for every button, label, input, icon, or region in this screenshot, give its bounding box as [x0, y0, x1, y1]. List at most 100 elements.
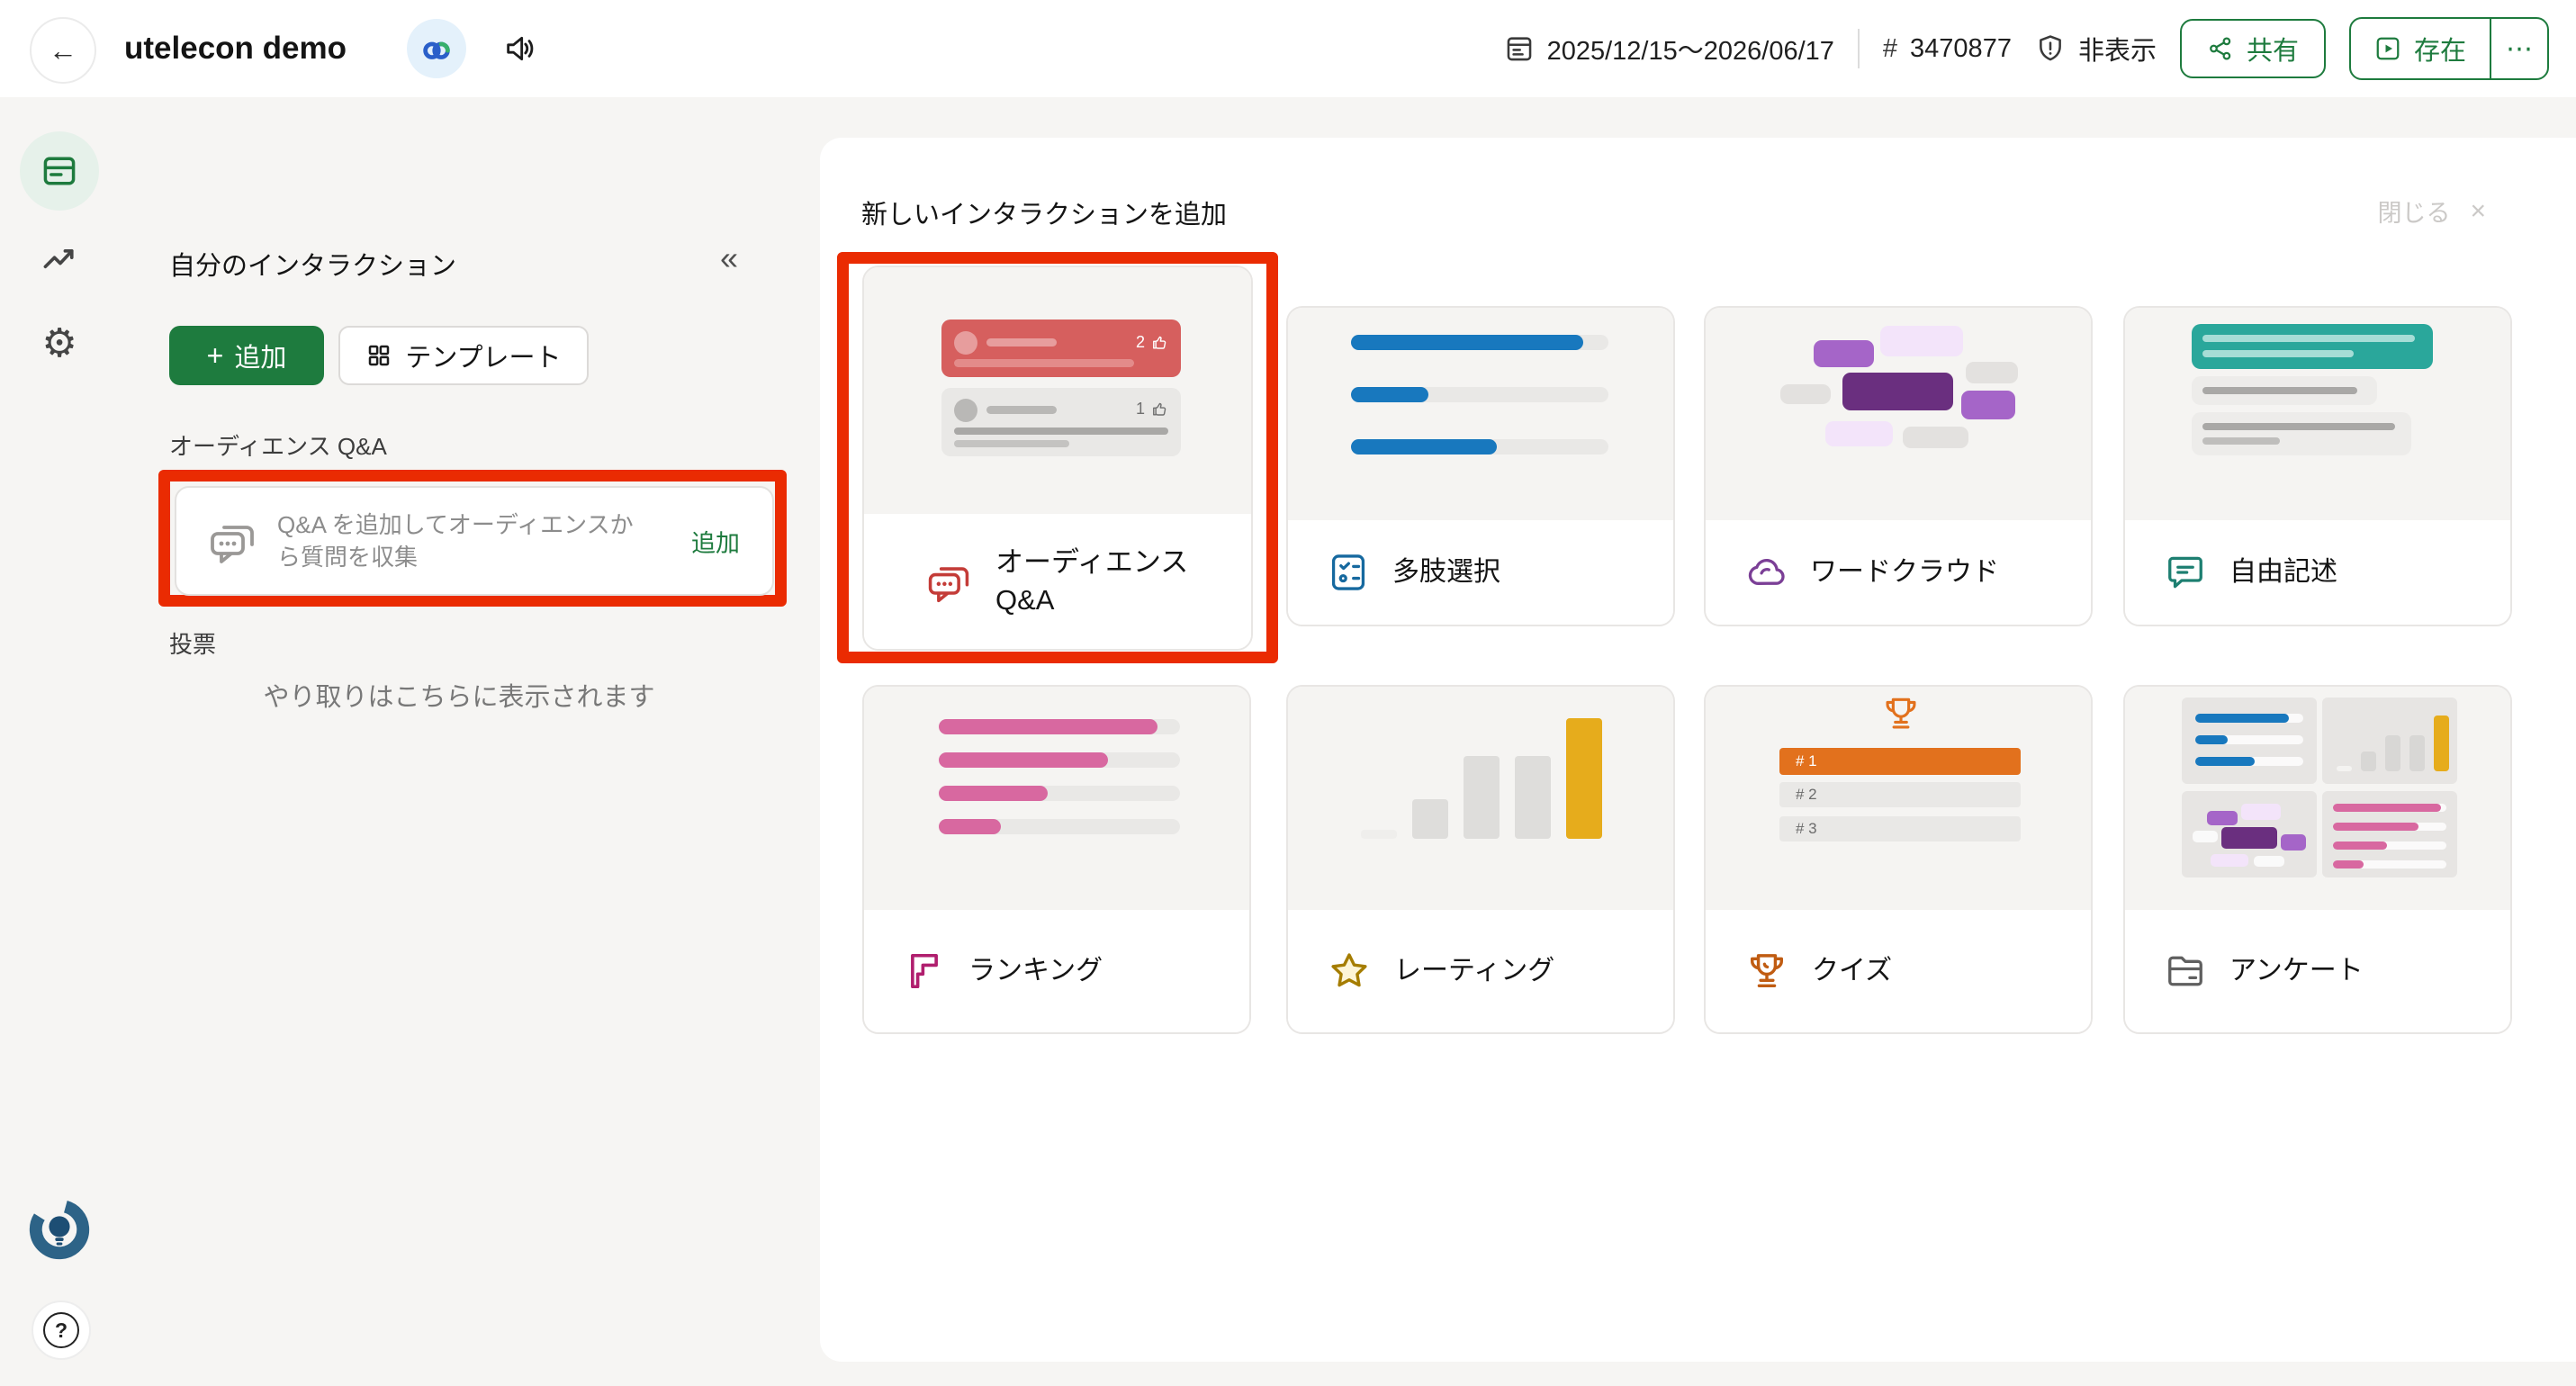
privacy-label: 非表示: [2078, 30, 2157, 68]
rating-illustration: [1288, 687, 1673, 914]
thumb-up-icon: [1151, 334, 1168, 351]
slido-event-admin: ← utelecon demo 2025/12/: [0, 0, 2576, 1386]
calendar-icon: [1504, 33, 1535, 64]
qa-placeholder-text: Q&A を追加してオーディエンスから質問を収集: [277, 508, 637, 573]
quiz-trophy-icon: [1745, 950, 1788, 993]
question-mark-icon: ?: [43, 1312, 79, 1348]
card-label: オーディエンス Q&A: [995, 544, 1202, 619]
survey-illustration: [2125, 687, 2510, 914]
ranking-illustration: [864, 687, 1249, 914]
rank-label: # 3: [1796, 820, 1817, 838]
event-title: utelecon demo: [124, 0, 347, 97]
rank-label: # 1: [1796, 752, 1817, 770]
word-cloud-icon: [1745, 552, 1787, 593]
card-label: 自由記述: [2229, 554, 2337, 591]
event-dates[interactable]: 2025/12/15〜2026/06/17: [1504, 30, 1834, 68]
card-label: 多肢選択: [1392, 554, 1500, 591]
privacy-status[interactable]: 非表示: [2035, 30, 2157, 68]
card-label: ワードクラウド: [1810, 554, 1999, 591]
share-icon: [2207, 35, 2234, 62]
quiz-illustration: # 1 # 2 # 3: [1706, 687, 2091, 914]
thumb-up-icon: [1151, 400, 1168, 418]
top-bar-actions: 2025/12/15〜2026/06/17 # 3470877 非表示: [1504, 0, 2549, 97]
interaction-card-open-text[interactable]: 自由記述: [2123, 306, 2512, 626]
like-count: 2: [1136, 333, 1145, 352]
multiple-choice-illustration: [1288, 308, 1673, 524]
add-button-label: 追加: [234, 337, 286, 374]
poll-section-label: 投票: [169, 626, 216, 660]
interaction-card-quiz[interactable]: # 1 # 2 # 3: [1704, 685, 2093, 1034]
templates-button-label: テンプレート: [405, 337, 561, 374]
close-label: 閉じる: [2377, 194, 2450, 229]
trophy-icon: [1881, 694, 1921, 738]
rating-star-icon: [1328, 950, 1371, 993]
card-label: アンケート: [2229, 952, 2364, 990]
event-code[interactable]: # 3470877: [1883, 34, 2012, 64]
back-button[interactable]: ←: [30, 17, 96, 84]
nav-settings-button[interactable]: ⚙: [38, 322, 81, 365]
webex-icon: [420, 32, 453, 65]
interaction-card-rating[interactable]: レーティング: [1286, 685, 1675, 1034]
sidebar-qa-placeholder-card[interactable]: Q&A を追加してオーディエンスから質問を収集 追加: [175, 486, 774, 596]
templates-button[interactable]: テンプレート: [338, 326, 589, 385]
multiple-choice-icon: [1328, 552, 1369, 593]
shield-alert-icon: [2035, 33, 2066, 64]
plus-icon: +: [207, 339, 224, 373]
close-panel-button[interactable]: 閉じる ×: [2377, 194, 2486, 229]
present-label: 存在: [2414, 30, 2466, 68]
template-grid-icon: [365, 342, 392, 369]
interaction-card-survey[interactable]: アンケート: [2123, 685, 2512, 1034]
interaction-card-multiple-choice[interactable]: 多肢選択: [1286, 306, 1675, 626]
panel-title: 新しいインタラクションを追加: [861, 194, 1227, 231]
rank-label: # 2: [1796, 786, 1817, 804]
share-button[interactable]: 共有: [2180, 19, 2326, 78]
survey-folder-icon: [2165, 950, 2206, 992]
card-label: レーティング: [1394, 952, 1554, 990]
chevron-double-left-icon: «: [720, 239, 738, 276]
interactions-icon: [40, 151, 79, 191]
card-label: クイズ: [1812, 952, 1892, 990]
help-button[interactable]: ?: [32, 1300, 91, 1360]
open-text-illustration: [2125, 308, 2510, 524]
event-code-value: 3470877: [1910, 34, 2012, 64]
qa-add-link[interactable]: 追加: [691, 524, 740, 559]
add-interaction-button[interactable]: + 追加: [169, 326, 324, 385]
more-options-button[interactable]: ⋯: [2490, 19, 2547, 78]
announcement-button[interactable]: [502, 31, 538, 67]
close-icon: ×: [2470, 196, 2486, 227]
top-bar: ← utelecon demo 2025/12/: [0, 0, 2576, 97]
interaction-card-audience-qa[interactable]: 2 1: [862, 266, 1253, 651]
workspace: ⚙ ? 自分のインタラクション « + 追加 テンプレ: [0, 97, 2576, 1386]
ranking-icon: [904, 950, 945, 992]
interaction-card-word-cloud[interactable]: ワードクラウド: [1704, 306, 2093, 626]
qa-section-label: オーディエンス Q&A: [169, 428, 387, 462]
present-play-icon: [2374, 35, 2401, 62]
trending-up-icon: [40, 239, 79, 279]
divider: [1858, 29, 1860, 68]
audience-qa-icon: [925, 558, 972, 605]
collapse-sidebar-button[interactable]: «: [720, 239, 738, 277]
ellipsis-icon: ⋯: [2506, 33, 2533, 65]
qa-card-illustration: 2 1: [864, 267, 1251, 518]
add-interaction-panel: 新しいインタラクションを追加 閉じる × 2: [820, 138, 2576, 1362]
share-label: 共有: [2247, 30, 2299, 68]
open-text-icon: [2165, 552, 2206, 593]
sidebar-title: 自分のインタラクション: [169, 245, 456, 283]
slido-logo: [26, 1196, 93, 1263]
empty-state-hint: やり取りはこちらに表示されます: [126, 676, 792, 714]
slido-logo-icon: [26, 1196, 93, 1263]
back-arrow-icon: ←: [49, 34, 77, 68]
speaker-icon: [502, 31, 538, 67]
like-count: 1: [1136, 400, 1145, 418]
nav-analytics-button[interactable]: [40, 239, 79, 279]
webex-logo: [407, 19, 466, 78]
qa-bubbles-icon: [207, 516, 257, 566]
word-cloud-illustration: [1706, 308, 2091, 524]
gear-icon: ⚙: [41, 324, 77, 364]
interaction-card-ranking[interactable]: ランキング: [862, 685, 1251, 1034]
date-range: 2025/12/15〜2026/06/17: [1547, 30, 1834, 68]
card-label: ランキング: [968, 952, 1103, 990]
present-split-button: 存在 ⋯: [2349, 17, 2549, 80]
present-button[interactable]: 存在: [2351, 19, 2490, 78]
nav-interactions-button[interactable]: [20, 131, 99, 211]
